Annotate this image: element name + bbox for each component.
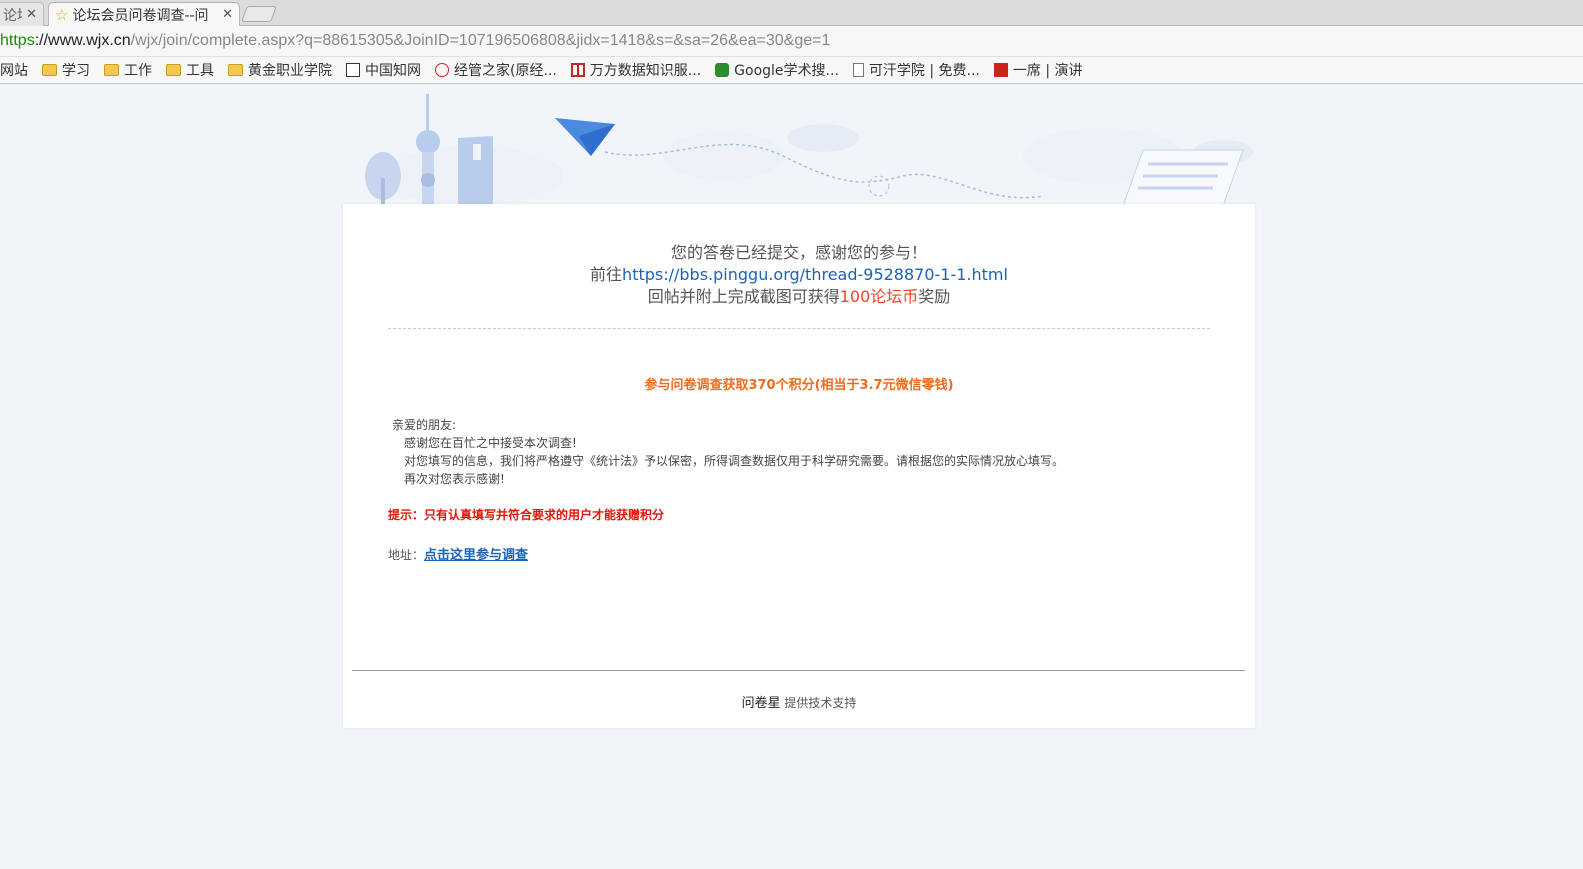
thanks-line: 您的答卷已经提交，感谢您的参与！ [670,243,927,262]
bookmark-cnki[interactable]: 中国知网 [346,60,421,80]
bookmark-label: 一席 | 演讲 [1012,63,1083,79]
bookmark-gongzuo[interactable]: 工作 [104,60,152,80]
bookmark-label: 学习 [62,63,90,79]
bookmark-label: 黄金职业学院 [248,63,332,79]
url-path: /wjx/join/complete.aspx?q=88615305&JoinI… [130,32,831,49]
jg-icon [435,63,449,77]
bookmark-huangjin[interactable]: 黄金职业学院 [228,60,332,80]
letter-line: 对您填写的信息，我们将严格遵守《统计法》予以保密，所得调查数据仅用于科学研究需要… [404,454,1065,468]
letter-greeting: 亲爱的朋友: [392,418,457,432]
bookmark-label: 可汗学院 | 免费... [868,63,980,79]
letter-line: 感谢您在百忙之中接受本次调查! [404,436,577,450]
survey-letter: 亲爱的朋友: 感谢您在百忙之中接受本次调查! 对您填写的信息，我们将严格遵守《统… [392,416,1064,488]
google-scholar-icon [715,63,730,77]
address-label: 地址： [388,548,425,562]
bookmark-xuexi[interactable]: 学习 [42,60,90,80]
join-survey-link[interactable]: 点击这里参与调查 [424,548,528,563]
bookmarks-bar: 网站 学习 工作 工具 黄金职业学院 中国知网 经管之家(原经... 万方数据知… [0,57,1583,84]
folder-icon [228,64,243,76]
star-icon: ☆ [55,5,69,24]
tab-label: 论坛会员问卷调查--问 [72,7,209,24]
dashed-divider [388,328,1210,329]
bookmark-yixi[interactable]: 一席 | 演讲 [993,60,1083,80]
forum-link-line: 前往https://bbs.pinggu.org/thread-9528870-… [343,264,1255,286]
folder-icon [104,64,119,76]
folder-icon [42,64,57,76]
cnki-icon [346,63,360,77]
footer-text: 提供技术支持 [780,696,857,710]
tab-forum[interactable]: 论坛 ✕ [0,2,44,26]
new-tab-button[interactable] [241,6,277,22]
forum-thread-link[interactable]: https://bbs.pinggu.org/thread-9528870-1-… [622,265,1008,284]
bookmark-label: 中国知网 [365,63,421,79]
bookmark-label: 工具 [186,63,214,79]
bookmark-label: 经管之家(原经... [454,63,557,79]
bookmark-khan[interactable]: 可汗学院 | 免费... [852,60,980,80]
footer-divider [352,670,1245,671]
bookmark-label: 工作 [124,63,152,79]
thanks-message: 您的答卷已经提交，感谢您的参与！ 前往https://bbs.pinggu.or… [343,242,1255,308]
survey-address: 地址：点击这里参与调查 [388,544,528,563]
url-host: ://www.wjx.cn [34,32,131,49]
bookmark-google-scholar[interactable]: Google学术搜... [715,60,839,80]
folder-icon [166,64,181,76]
reward-line: 回帖并附上完成截图可获得100论坛币奖励 [343,286,1255,308]
letter-line: 再次对您表示感谢! [404,472,505,486]
reward-amount: 100论坛币 [839,287,919,306]
footer-brand[interactable]: 问卷星 [742,696,781,711]
banner-illustration [365,94,1253,206]
bookmark-wanfang[interactable]: 万方数据知识服... [570,60,702,80]
yixi-icon [993,63,1008,77]
bookmark-gongju[interactable]: 工具 [166,60,214,80]
bookmark-wangzhan[interactable]: 网站 [0,60,28,80]
bookmark-label: 网站 [0,63,28,79]
tab-survey[interactable]: ☆ 论坛会员问卷调查--问 ✕ [48,2,240,26]
forum-link-prefix: 前往 [590,265,623,284]
url-text[interactable]: https://www.wjx.cn/wjx/join/complete.asp… [0,32,830,50]
bookmark-jingguan[interactable]: 经管之家(原经... [435,60,557,80]
footer: 问卷星 提供技术支持 [343,692,1255,711]
tip-text: 提示：只有认真填写并符合要求的用户才能获赠积分 [388,508,665,522]
tab-strip: 论坛 ✕ ☆ 论坛会员问卷调查--问 ✕ [0,0,1583,26]
bookmark-label: Google学术搜... [734,63,839,79]
tab-label: 论坛 [3,7,22,24]
close-icon[interactable]: ✕ [26,7,37,22]
close-icon[interactable]: ✕ [222,7,233,22]
wanfang-icon [570,63,585,77]
promo-banner-text: 参与问卷调查获取370个积分(相当于3.7元微信零钱) [644,378,954,393]
reward-prefix: 回帖并附上完成截图可获得 [647,287,840,306]
completion-card: 您的答卷已经提交，感谢您的参与！ 前往https://bbs.pinggu.or… [343,204,1255,728]
page-icon [852,63,864,77]
address-bar[interactable]: https://www.wjx.cn/wjx/join/complete.asp… [0,26,1583,57]
url-scheme: https [0,32,35,49]
bookmark-label: 万方数据知识服... [589,63,702,79]
reward-suffix: 奖励 [918,287,951,306]
